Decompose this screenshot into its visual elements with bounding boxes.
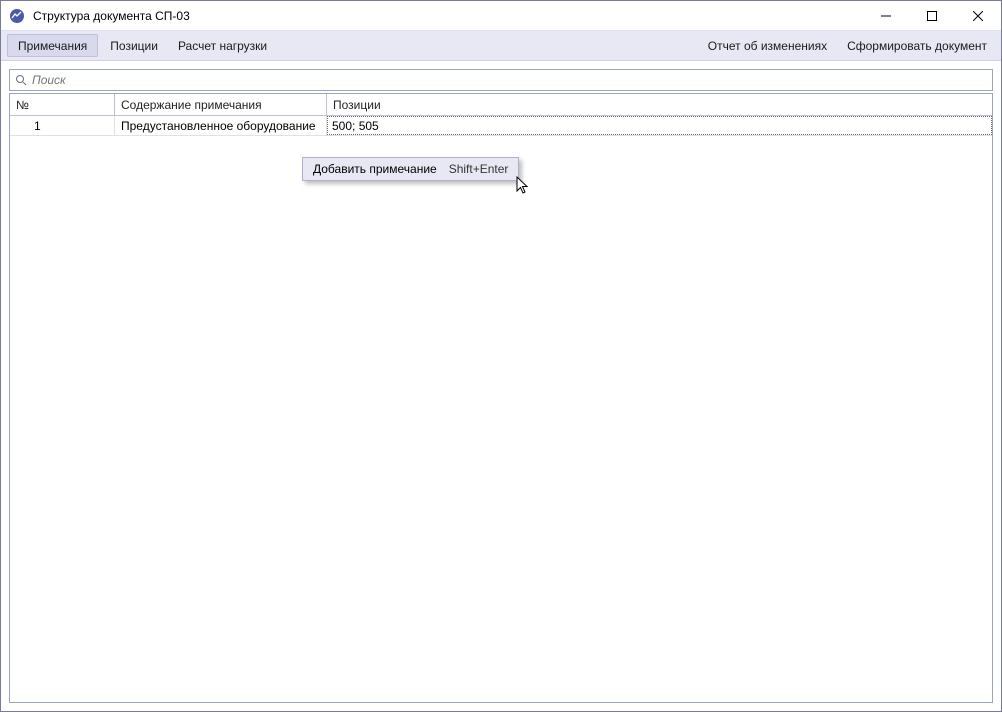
tab-load-calc[interactable]: Расчет нагрузки xyxy=(168,31,277,60)
header-num[interactable]: № xyxy=(10,94,115,115)
search-input[interactable] xyxy=(32,73,988,87)
menu-item-label: Добавить примечание xyxy=(313,162,437,176)
table-row[interactable]: 1 Предустановленное оборудование xyxy=(10,116,992,136)
maximize-button[interactable] xyxy=(909,1,955,30)
minimize-button[interactable] xyxy=(863,1,909,30)
btn-generate-document[interactable]: Сформировать документ xyxy=(837,31,997,60)
cell-content[interactable]: Предустановленное оборудование xyxy=(115,116,327,135)
app-icon xyxy=(9,8,25,24)
search-box[interactable] xyxy=(9,69,993,91)
window-controls xyxy=(863,1,1001,30)
tab-positions[interactable]: Позиции xyxy=(100,31,168,60)
title-bar: Структура документа СП-03 xyxy=(1,1,1001,31)
search-icon xyxy=(14,73,28,87)
window-frame: Структура документа СП-03 Примечания Поз… xyxy=(0,0,1002,712)
menu-add-note[interactable]: Добавить примечание Shift+Enter xyxy=(303,158,518,180)
positions-editor[interactable] xyxy=(327,116,992,135)
cell-positions[interactable] xyxy=(327,116,992,135)
close-button[interactable] xyxy=(955,1,1001,30)
grid-header-row: № Содержание примечания Позиции xyxy=(10,94,992,116)
header-content[interactable]: Содержание примечания xyxy=(115,94,327,115)
context-menu: Добавить примечание Shift+Enter xyxy=(302,157,519,181)
btn-change-report[interactable]: Отчет об изменениях xyxy=(698,31,837,60)
window-title: Структура документа СП-03 xyxy=(33,9,863,23)
toolbar: Примечания Позиции Расчет нагрузки Отчет… xyxy=(1,31,1001,61)
toolbar-right: Отчет об изменениях Сформировать докумен… xyxy=(698,31,997,60)
toolbar-left: Примечания Позиции Расчет нагрузки xyxy=(5,31,277,60)
tab-notes[interactable]: Примечания xyxy=(7,34,98,57)
data-grid: № Содержание примечания Позиции 1 Предус… xyxy=(9,93,993,703)
menu-item-shortcut: Shift+Enter xyxy=(449,162,509,176)
header-positions[interactable]: Позиции xyxy=(327,94,992,115)
cell-num[interactable]: 1 xyxy=(10,116,115,135)
